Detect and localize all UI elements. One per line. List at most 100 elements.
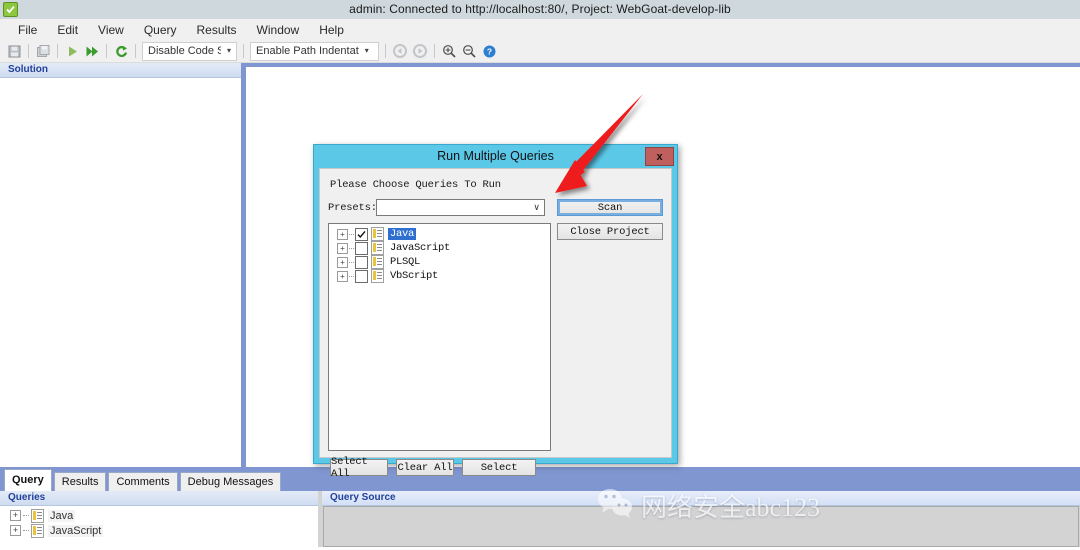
dialog-title-bar: Run Multiple Queries x [314,145,677,167]
toolbar-separator [57,44,58,58]
menu-item-file[interactable]: File [8,20,47,40]
svg-text:?: ? [486,46,491,56]
clear-all-button[interactable]: Clear All [396,459,454,476]
tree-item-label: Java [388,228,417,240]
zoom-out-icon[interactable] [459,41,479,61]
zoom-in-icon[interactable] [439,41,459,61]
bottom-panel-area: Queries + Java + JavaScript Query Source [0,491,1080,550]
save-all-icon[interactable] [33,41,53,61]
chevron-down-icon: ▾ [364,46,369,55]
expand-icon[interactable]: + [10,510,21,521]
menu-item-window[interactable]: Window [247,20,310,40]
query-group-icon [371,227,384,241]
toolbar-separator [434,44,435,58]
query-source-pane: Query Source [322,491,1080,547]
tree-item-javascript[interactable]: + JavaScript [333,241,550,255]
application-window: admin: Connected to http://localhost:80/… [0,0,1080,550]
queries-checkbox-tree[interactable]: + Java + JavaScript + PLSQL + VbScript [328,223,551,451]
checkbox-unchecked[interactable] [355,241,368,255]
menu-bar: File Edit View Query Results Window Help [0,19,1080,40]
menu-item-edit[interactable]: Edit [47,20,88,40]
toolbar-separator [385,44,386,58]
tab-results[interactable]: Results [53,472,107,491]
expand-icon[interactable]: + [10,525,21,536]
toolbar-separator [28,44,29,58]
close-project-button[interactable]: Close Project [557,223,663,240]
tree-item-plsql[interactable]: + PLSQL [333,255,550,269]
dialog-side-buttons: Close Project [557,223,663,451]
presets-row: Presets: ∨ Scan [328,199,663,216]
menu-item-results[interactable]: Results [187,20,247,40]
select-button[interactable]: Select [462,459,536,476]
toolbar: Disable Code Slic ▾ Enable Path Indentat… [0,40,1080,63]
code-slicing-label: Disable Code Slic [148,45,221,57]
close-icon[interactable]: x [645,147,674,166]
query-group-icon [31,508,44,523]
queries-tree[interactable]: + Java + JavaScript [0,506,318,550]
back-icon[interactable] [390,41,410,61]
tree-item-label: VbScript [390,270,439,282]
dialog-title: Run Multiple Queries [437,149,554,163]
scan-button[interactable]: Scan [557,199,663,216]
query-group-icon [371,241,384,255]
menu-item-view[interactable]: View [88,20,134,40]
select-all-button[interactable]: Select All [330,456,388,480]
presets-dropdown[interactable]: ∨ [376,199,545,216]
tree-connector [349,261,354,263]
help-icon[interactable]: ? [479,41,499,61]
query-source-editor[interactable] [323,506,1079,547]
tab-query[interactable]: Query [4,469,52,491]
tab-comments[interactable]: Comments [108,472,178,491]
expand-icon[interactable]: + [337,270,348,282]
query-group-icon [371,255,384,269]
run-icon[interactable] [62,41,82,61]
list-item[interactable]: + Java [0,508,318,523]
list-item[interactable]: + JavaScript [0,523,318,538]
solution-pane: Solution [0,63,241,467]
queries-pane-header: Queries [0,491,318,506]
tree-connector [349,247,354,249]
path-indent-dropdown[interactable]: Enable Path Indentat ▾ [250,41,379,61]
chevron-down-icon: ▾ [226,46,231,55]
tree-item-vbscript[interactable]: + VbScript [333,269,550,283]
run-all-icon[interactable] [82,41,102,61]
refresh-icon[interactable] [111,41,131,61]
tree-item-java[interactable]: + Java [333,227,550,241]
expand-icon[interactable]: + [337,242,348,254]
toolbar-separator [106,44,107,58]
checkbox-unchecked[interactable] [355,269,368,283]
list-item-label: JavaScript [48,524,104,537]
menu-item-query[interactable]: Query [134,20,187,40]
list-item-label: Java [48,509,76,522]
chevron-down-icon: ∨ [533,202,540,212]
code-slicing-dropdown[interactable]: Disable Code Slic ▾ [142,41,237,61]
dialog-body: Please Choose Queries To Run Presets: ∨ … [319,168,672,480]
checkbox-checked[interactable] [355,227,368,241]
run-multiple-queries-dialog: Run Multiple Queries x Please Choose Que… [313,144,678,480]
menu-item-help[interactable]: Help [309,20,354,40]
checkbox-unchecked[interactable] [355,255,368,269]
queries-pane: Queries + Java + JavaScript [0,491,318,550]
tree-connector [23,515,29,516]
title-bar: admin: Connected to http://localhost:80/… [0,0,1080,20]
tree-connector [23,530,29,531]
tree-connector [349,275,354,277]
query-source-header: Query Source [322,491,1080,506]
solution-tree[interactable] [0,78,241,467]
dialog-footer-buttons: Select All Clear All Select [328,456,663,480]
dialog-prompt: Please Choose Queries To Run [330,179,501,191]
path-indent-label: Enable Path Indentat [256,45,359,57]
tab-debug-messages[interactable]: Debug Messages [179,472,282,491]
toolbar-separator [243,44,244,58]
forward-icon[interactable] [410,41,430,61]
dialog-main-row: + Java + JavaScript + PLSQL + VbScript C… [328,223,663,451]
toolbar-separator [135,44,136,58]
query-group-icon [371,269,384,283]
expand-icon[interactable]: + [337,256,348,268]
expand-icon[interactable]: + [337,228,348,240]
save-icon[interactable] [4,41,24,61]
presets-label: Presets: [328,201,377,214]
window-title: admin: Connected to http://localhost:80/… [349,2,731,16]
tree-item-label: PLSQL [390,256,421,268]
solution-pane-header: Solution [0,63,241,78]
